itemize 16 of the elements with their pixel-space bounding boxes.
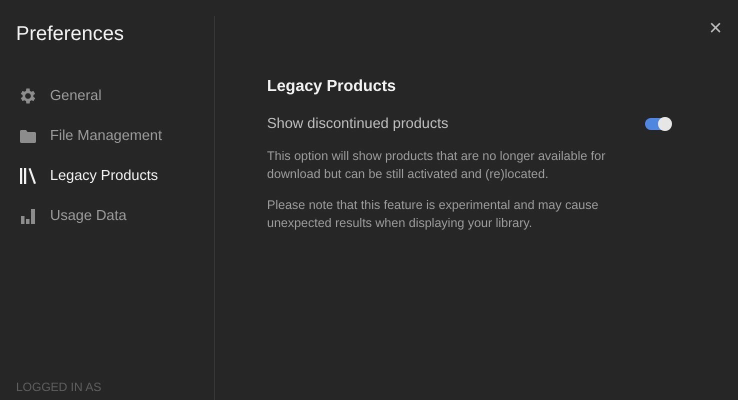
section-heading: Legacy Products xyxy=(267,78,397,96)
sidebar-item[interactable]: Usage Data xyxy=(0,196,214,236)
sidebar-title: Preferences xyxy=(15,22,125,46)
sidebar-item[interactable]: General xyxy=(0,76,214,116)
sidebar-item[interactable]: Legacy Products xyxy=(0,156,214,196)
logged-in-label: LOGGED IN AS xyxy=(15,380,102,396)
setting-label: Show discontinued products xyxy=(267,116,448,132)
close-button[interactable]: × xyxy=(709,18,722,38)
description-text: This option will show products that are no longer available for download but can be still activated and (re)located. xyxy=(267,148,606,183)
description-text: Please note that this feature is experimental and may cause unexpected results when displaying your library. xyxy=(267,197,600,232)
gear-icon xyxy=(18,86,38,106)
folder-icon xyxy=(20,130,36,142)
library-icon xyxy=(20,168,36,184)
bar-chart-icon xyxy=(21,208,35,224)
toggle-switch[interactable] xyxy=(645,118,671,130)
sidebar-item[interactable]: File Management xyxy=(0,116,214,156)
